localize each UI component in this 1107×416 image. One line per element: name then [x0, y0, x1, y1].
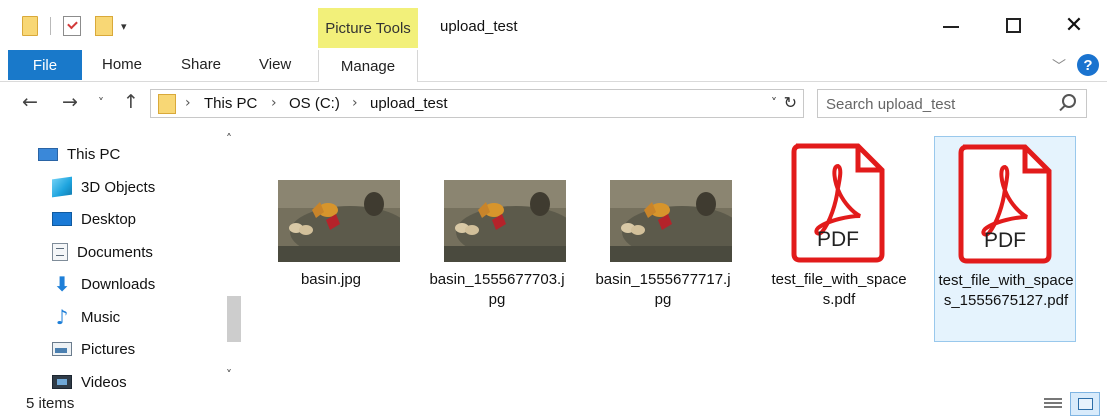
pdf-file-icon: PDF: [791, 143, 885, 263]
sidebar-item-music[interactable]: ♪ Music: [52, 305, 121, 329]
status-bar: 5 items: [0, 392, 1107, 416]
breadcrumb-upload-test[interactable]: upload_test: [370, 95, 448, 112]
navigation-pane: This PC 3D Objects Desktop Documents ⬇ D…: [0, 130, 248, 392]
back-button[interactable]: ←: [22, 91, 38, 113]
minimize-button[interactable]: [940, 14, 962, 36]
title-bar: ▾ Picture Tools upload_test ✕: [0, 0, 1107, 50]
details-view-icon[interactable]: [1044, 396, 1062, 412]
breadcrumb-this-pc[interactable]: This PC: [204, 95, 257, 112]
file-name: basin_1555677717.jpg: [595, 271, 731, 308]
sidebar-item-videos[interactable]: Videos: [52, 370, 127, 394]
pictures-icon: [52, 342, 72, 356]
folder-icon: [22, 16, 38, 36]
picture-tools-tab-group: Picture Tools: [318, 8, 418, 48]
tab-manage[interactable]: Manage: [318, 50, 418, 82]
crumb-separator-icon[interactable]: ›: [271, 95, 277, 111]
tab-view[interactable]: View: [259, 56, 291, 73]
search-icon[interactable]: [1062, 94, 1076, 108]
image-thumbnail: [610, 180, 732, 262]
sidebar-item-pictures[interactable]: Pictures: [52, 337, 135, 361]
sidebar-item-label: Videos: [81, 373, 127, 391]
pdf-badge-label: PDF: [984, 229, 1026, 252]
basin-photo-icon: [444, 180, 566, 262]
scrollbar-thumb[interactable]: [227, 296, 241, 342]
window-title: upload_test: [440, 18, 518, 35]
music-icon: ♪: [55, 305, 69, 329]
item-count: 5 items: [26, 395, 75, 412]
large-icons-view-icon[interactable]: [1070, 392, 1100, 416]
sidebar-item-label: Desktop: [81, 210, 137, 228]
nav-pane-scrollbar[interactable]: ˄ ˅: [224, 130, 244, 392]
forward-button[interactable]: →: [62, 91, 78, 113]
minimize-icon: [943, 26, 959, 28]
folder-icon: [158, 94, 176, 114]
crumb-separator-icon[interactable]: ›: [185, 95, 191, 111]
3d-objects-icon: [52, 176, 72, 198]
properties-icon[interactable]: [63, 16, 81, 36]
tab-file[interactable]: File: [8, 50, 82, 80]
new-folder-icon[interactable]: [95, 16, 113, 36]
sidebar-item-downloads[interactable]: ⬇ Downloads: [52, 272, 156, 296]
sidebar-item-label: This PC: [67, 145, 121, 163]
image-thumbnail: [444, 180, 566, 262]
file-item-test-file-with-spaces-1555675127-pdf[interactable]: PDF test_file_with_spaces_1555675127.pdf: [934, 136, 1076, 342]
sidebar-item-3d-objects[interactable]: 3D Objects: [52, 175, 155, 199]
pdf-badge-label: PDF: [817, 228, 859, 251]
recent-locations-chevron-icon[interactable]: ˅: [98, 96, 104, 110]
close-button[interactable]: ✕: [1063, 13, 1085, 38]
sidebar-item-this-pc[interactable]: This PC: [38, 142, 120, 166]
videos-icon: [52, 375, 72, 389]
documents-icon: [52, 243, 68, 261]
address-bar[interactable]: › This PC › OS (C:) › upload_test ˅ ↻: [150, 89, 804, 118]
sidebar-item-label: Pictures: [81, 340, 136, 358]
pdf-file-icon: PDF: [958, 144, 1052, 264]
expand-ribbon-chevron-icon[interactable]: ﹀: [1052, 56, 1066, 76]
desktop-icon: [52, 212, 72, 226]
help-icon[interactable]: ?: [1077, 54, 1099, 76]
tab-home[interactable]: Home: [102, 56, 142, 73]
navigation-bar: ← → ˅ ↑ › This PC › OS (C:) › upload_tes…: [0, 83, 1107, 123]
refresh-icon[interactable]: ↻: [784, 93, 797, 112]
address-dropdown-icon[interactable]: ˅: [771, 96, 777, 110]
crumb-separator-icon[interactable]: ›: [352, 95, 358, 111]
downloads-icon: ⬇: [53, 272, 71, 296]
sidebar-item-label: Documents: [77, 243, 153, 261]
ribbon-tabs: File Home Share View Manage ﹀ ?: [0, 50, 1107, 82]
sidebar-item-label: 3D Objects: [81, 178, 156, 196]
computer-icon: [38, 147, 58, 161]
basin-photo-icon: [610, 180, 732, 262]
scroll-down-icon[interactable]: ˅: [226, 368, 232, 382]
search-input[interactable]: [826, 94, 1046, 114]
image-thumbnail: [278, 180, 400, 262]
sidebar-item-label: Downloads: [81, 275, 156, 293]
scroll-up-icon[interactable]: ˄: [226, 132, 232, 146]
basin-photo-icon: [278, 180, 400, 262]
search-box[interactable]: [817, 89, 1087, 118]
breadcrumb-os-c[interactable]: OS (C:): [289, 95, 340, 112]
toolbar-separator: [50, 17, 51, 35]
file-name: test_file_with_spaces.pdf: [771, 271, 907, 308]
file-list: basin.jpg basin_1555677703.jpg basin_155…: [250, 130, 1100, 392]
file-item-basin-jpg[interactable]: basin.jpg: [260, 136, 402, 336]
tab-share[interactable]: Share: [181, 56, 221, 73]
sidebar-item-desktop[interactable]: Desktop: [52, 207, 136, 231]
file-item-basin-1555677717-jpg[interactable]: basin_1555677717.jpg: [592, 136, 734, 336]
customize-toolbar-dropdown[interactable]: ▾: [121, 20, 127, 33]
file-name: basin.jpg: [300, 271, 362, 288]
sidebar-item-label: Music: [81, 308, 121, 326]
maximize-icon: [1005, 17, 1021, 33]
up-button[interactable]: ↑: [123, 91, 139, 113]
quick-access-toolbar: ▾: [22, 16, 127, 36]
maximize-button[interactable]: [1002, 14, 1024, 36]
file-item-basin-1555677703-jpg[interactable]: basin_1555677703.jpg: [426, 136, 568, 336]
file-name: test_file_with_spaces_1555675127.pdf: [938, 272, 1074, 309]
file-item-test-file-with-spaces-pdf[interactable]: PDF test_file_with_spaces.pdf: [768, 136, 910, 336]
sidebar-item-documents[interactable]: Documents: [52, 240, 153, 264]
file-name: basin_1555677703.jpg: [429, 271, 565, 308]
